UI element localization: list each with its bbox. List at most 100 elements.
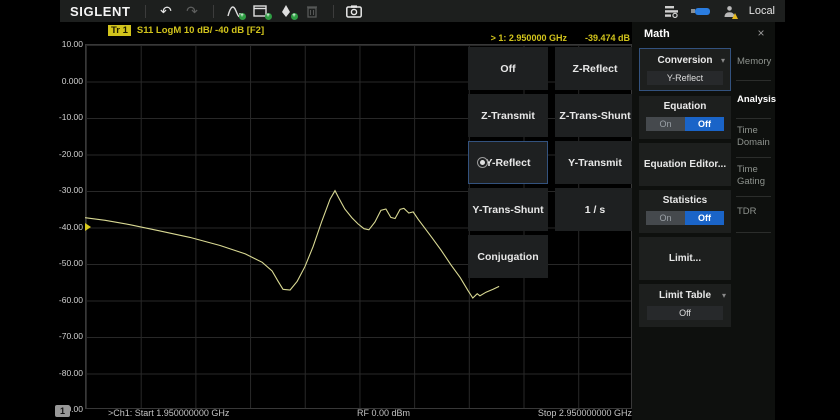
- plus-badge-icon: +: [265, 13, 272, 20]
- conversion-option-z-trans-shunt[interactable]: Z-Trans-Shunt: [555, 94, 635, 137]
- divider: [736, 232, 771, 233]
- close-icon: ×: [757, 26, 764, 40]
- marker-readout: > 1: 2.950000 GHz -39.474 dB: [430, 33, 630, 43]
- math-statistics-button[interactable]: Statistics On Off: [639, 190, 731, 233]
- statistics-off-option[interactable]: Off: [685, 211, 724, 225]
- option-label: Y-Trans-Shunt: [472, 204, 543, 216]
- siglent-logo: SIGLENT: [70, 4, 131, 19]
- divider: [736, 118, 771, 119]
- trace-header: Tr 1 S11 LogM 10 dB/ -40 dB [F2]: [108, 25, 264, 36]
- separator: [333, 5, 334, 18]
- undo-button[interactable]: ↶: [156, 2, 177, 20]
- option-label: Z-Reflect: [573, 63, 618, 75]
- divider: [736, 80, 771, 81]
- screenshot-button[interactable]: [344, 2, 365, 20]
- equation-toggle: On Off: [639, 117, 731, 131]
- rf-power-label: RF 0.00 dBm: [357, 408, 410, 418]
- trace-settings-label[interactable]: S11 LogM 10 dB/ -40 dB [F2]: [137, 25, 264, 36]
- button-label: Limit...: [639, 237, 731, 280]
- plus-badge-icon: +: [291, 13, 298, 20]
- option-label: Conjugation: [477, 251, 538, 263]
- close-button[interactable]: ×: [754, 26, 768, 40]
- equation-off-option[interactable]: Off: [685, 117, 724, 131]
- button-label: Conversion: [640, 49, 730, 66]
- start-frequency-label: >Ch1: Start 1.950000000 GHz: [108, 408, 229, 418]
- sidebar-item-analysis[interactable]: Analysis: [737, 94, 774, 106]
- camera-icon: [346, 5, 362, 18]
- button-label: Equation Editor...: [639, 143, 731, 186]
- channel-badge[interactable]: 1: [55, 405, 70, 417]
- conversion-option-y-reflect[interactable]: Y-Reflect: [468, 141, 548, 184]
- add-window-button[interactable]: +: [250, 2, 271, 20]
- option-label: Z-Trans-Shunt: [559, 110, 630, 122]
- trace-badge[interactable]: Tr 1: [108, 25, 131, 36]
- menu-config-icon: [664, 5, 679, 18]
- option-label: Off: [500, 63, 515, 75]
- sidebar-item-time-domain[interactable]: Time Domain: [737, 125, 774, 149]
- button-label: Equation: [639, 96, 731, 112]
- math-panel: Math × Conversion ▾ Y-Reflect Equation O…: [632, 22, 775, 420]
- y-axis-label: 0.000: [50, 76, 83, 86]
- y-axis-label: -60.00: [50, 295, 83, 305]
- chevron-down-icon: ▾: [722, 291, 726, 300]
- conversion-submenu: Off Z-Reflect Z-Transmit Z-Trans-Shunt Y…: [468, 47, 635, 278]
- y-axis-label: 10.00: [50, 39, 83, 49]
- panel-title: Math: [644, 28, 670, 40]
- conversion-value[interactable]: Y-Reflect: [647, 71, 723, 85]
- conversion-option-z-transmit[interactable]: Z-Transmit: [468, 94, 548, 137]
- user-account-button[interactable]: [723, 5, 736, 18]
- math-equation-editor-button[interactable]: Equation Editor...: [639, 143, 731, 186]
- warning-badge-icon: [732, 13, 738, 19]
- redo-button: ↷: [182, 2, 203, 20]
- conversion-option-y-trans-shunt[interactable]: Y-Trans-Shunt: [468, 188, 548, 231]
- button-label: Statistics: [639, 190, 731, 206]
- option-label: Y-Transmit: [568, 157, 622, 169]
- limit-table-value[interactable]: Off: [647, 306, 723, 320]
- separator: [145, 5, 146, 18]
- y-axis-label: -40.00: [50, 222, 83, 232]
- option-label: Z-Transmit: [481, 110, 535, 122]
- option-label: 1 / s: [585, 204, 605, 216]
- sidebar-item-tdr[interactable]: TDR: [737, 206, 774, 218]
- conversion-option-off[interactable]: Off: [468, 47, 548, 90]
- statistics-on-option[interactable]: On: [646, 211, 685, 225]
- marker-frequency: > 1: 2.950000 GHz: [491, 33, 567, 43]
- local-mode-button[interactable]: Local: [749, 5, 775, 17]
- conversion-option-y-transmit[interactable]: Y-Transmit: [555, 141, 635, 184]
- add-marker-button[interactable]: +: [276, 2, 297, 20]
- plus-badge-icon: +: [239, 13, 246, 20]
- add-trace-button[interactable]: +: [224, 2, 245, 20]
- math-limit-button[interactable]: Limit...: [639, 237, 731, 280]
- y-axis-label: -50.00: [50, 258, 83, 268]
- button-label: Limit Table: [639, 284, 731, 301]
- trash-icon: [306, 4, 318, 18]
- y-axis-label: -10.00: [50, 112, 83, 122]
- sidebar-item-time-gating[interactable]: Time Gating: [737, 164, 774, 188]
- chevron-down-icon: ▾: [721, 56, 725, 65]
- math-limit-table-button[interactable]: Limit Table ▾ Off: [639, 284, 731, 327]
- y-axis-label: -30.00: [50, 185, 83, 195]
- redo-icon: ↷: [186, 4, 198, 18]
- undo-icon: ↶: [160, 4, 172, 18]
- y-axis-label: -70.00: [50, 331, 83, 341]
- divider: [736, 157, 771, 158]
- separator: [213, 5, 214, 18]
- math-equation-button[interactable]: Equation On Off: [639, 96, 731, 139]
- math-conversion-button[interactable]: Conversion ▾ Y-Reflect: [639, 48, 731, 91]
- statistics-toggle: On Off: [639, 211, 731, 225]
- conversion-option-1-over-s[interactable]: 1 / s: [555, 188, 635, 231]
- usb-plug-icon: [691, 9, 695, 13]
- stop-frequency-label: Stop 2.950000000 GHz: [432, 408, 632, 418]
- sidebar-item-memory[interactable]: Memory: [737, 56, 774, 68]
- delete-button: [302, 2, 323, 20]
- radio-dot: [480, 160, 485, 165]
- y-axis-label: -20.00: [50, 149, 83, 159]
- marker-value: -39.474 dB: [585, 33, 630, 43]
- usb-indicator-icon[interactable]: [695, 8, 710, 15]
- conversion-option-conjugation[interactable]: Conjugation: [468, 235, 548, 278]
- radio-selected-icon: [477, 157, 488, 168]
- menu-config-button[interactable]: [661, 2, 682, 20]
- trace-line: [85, 191, 499, 298]
- equation-on-option[interactable]: On: [646, 117, 685, 131]
- conversion-option-z-reflect[interactable]: Z-Reflect: [555, 47, 635, 90]
